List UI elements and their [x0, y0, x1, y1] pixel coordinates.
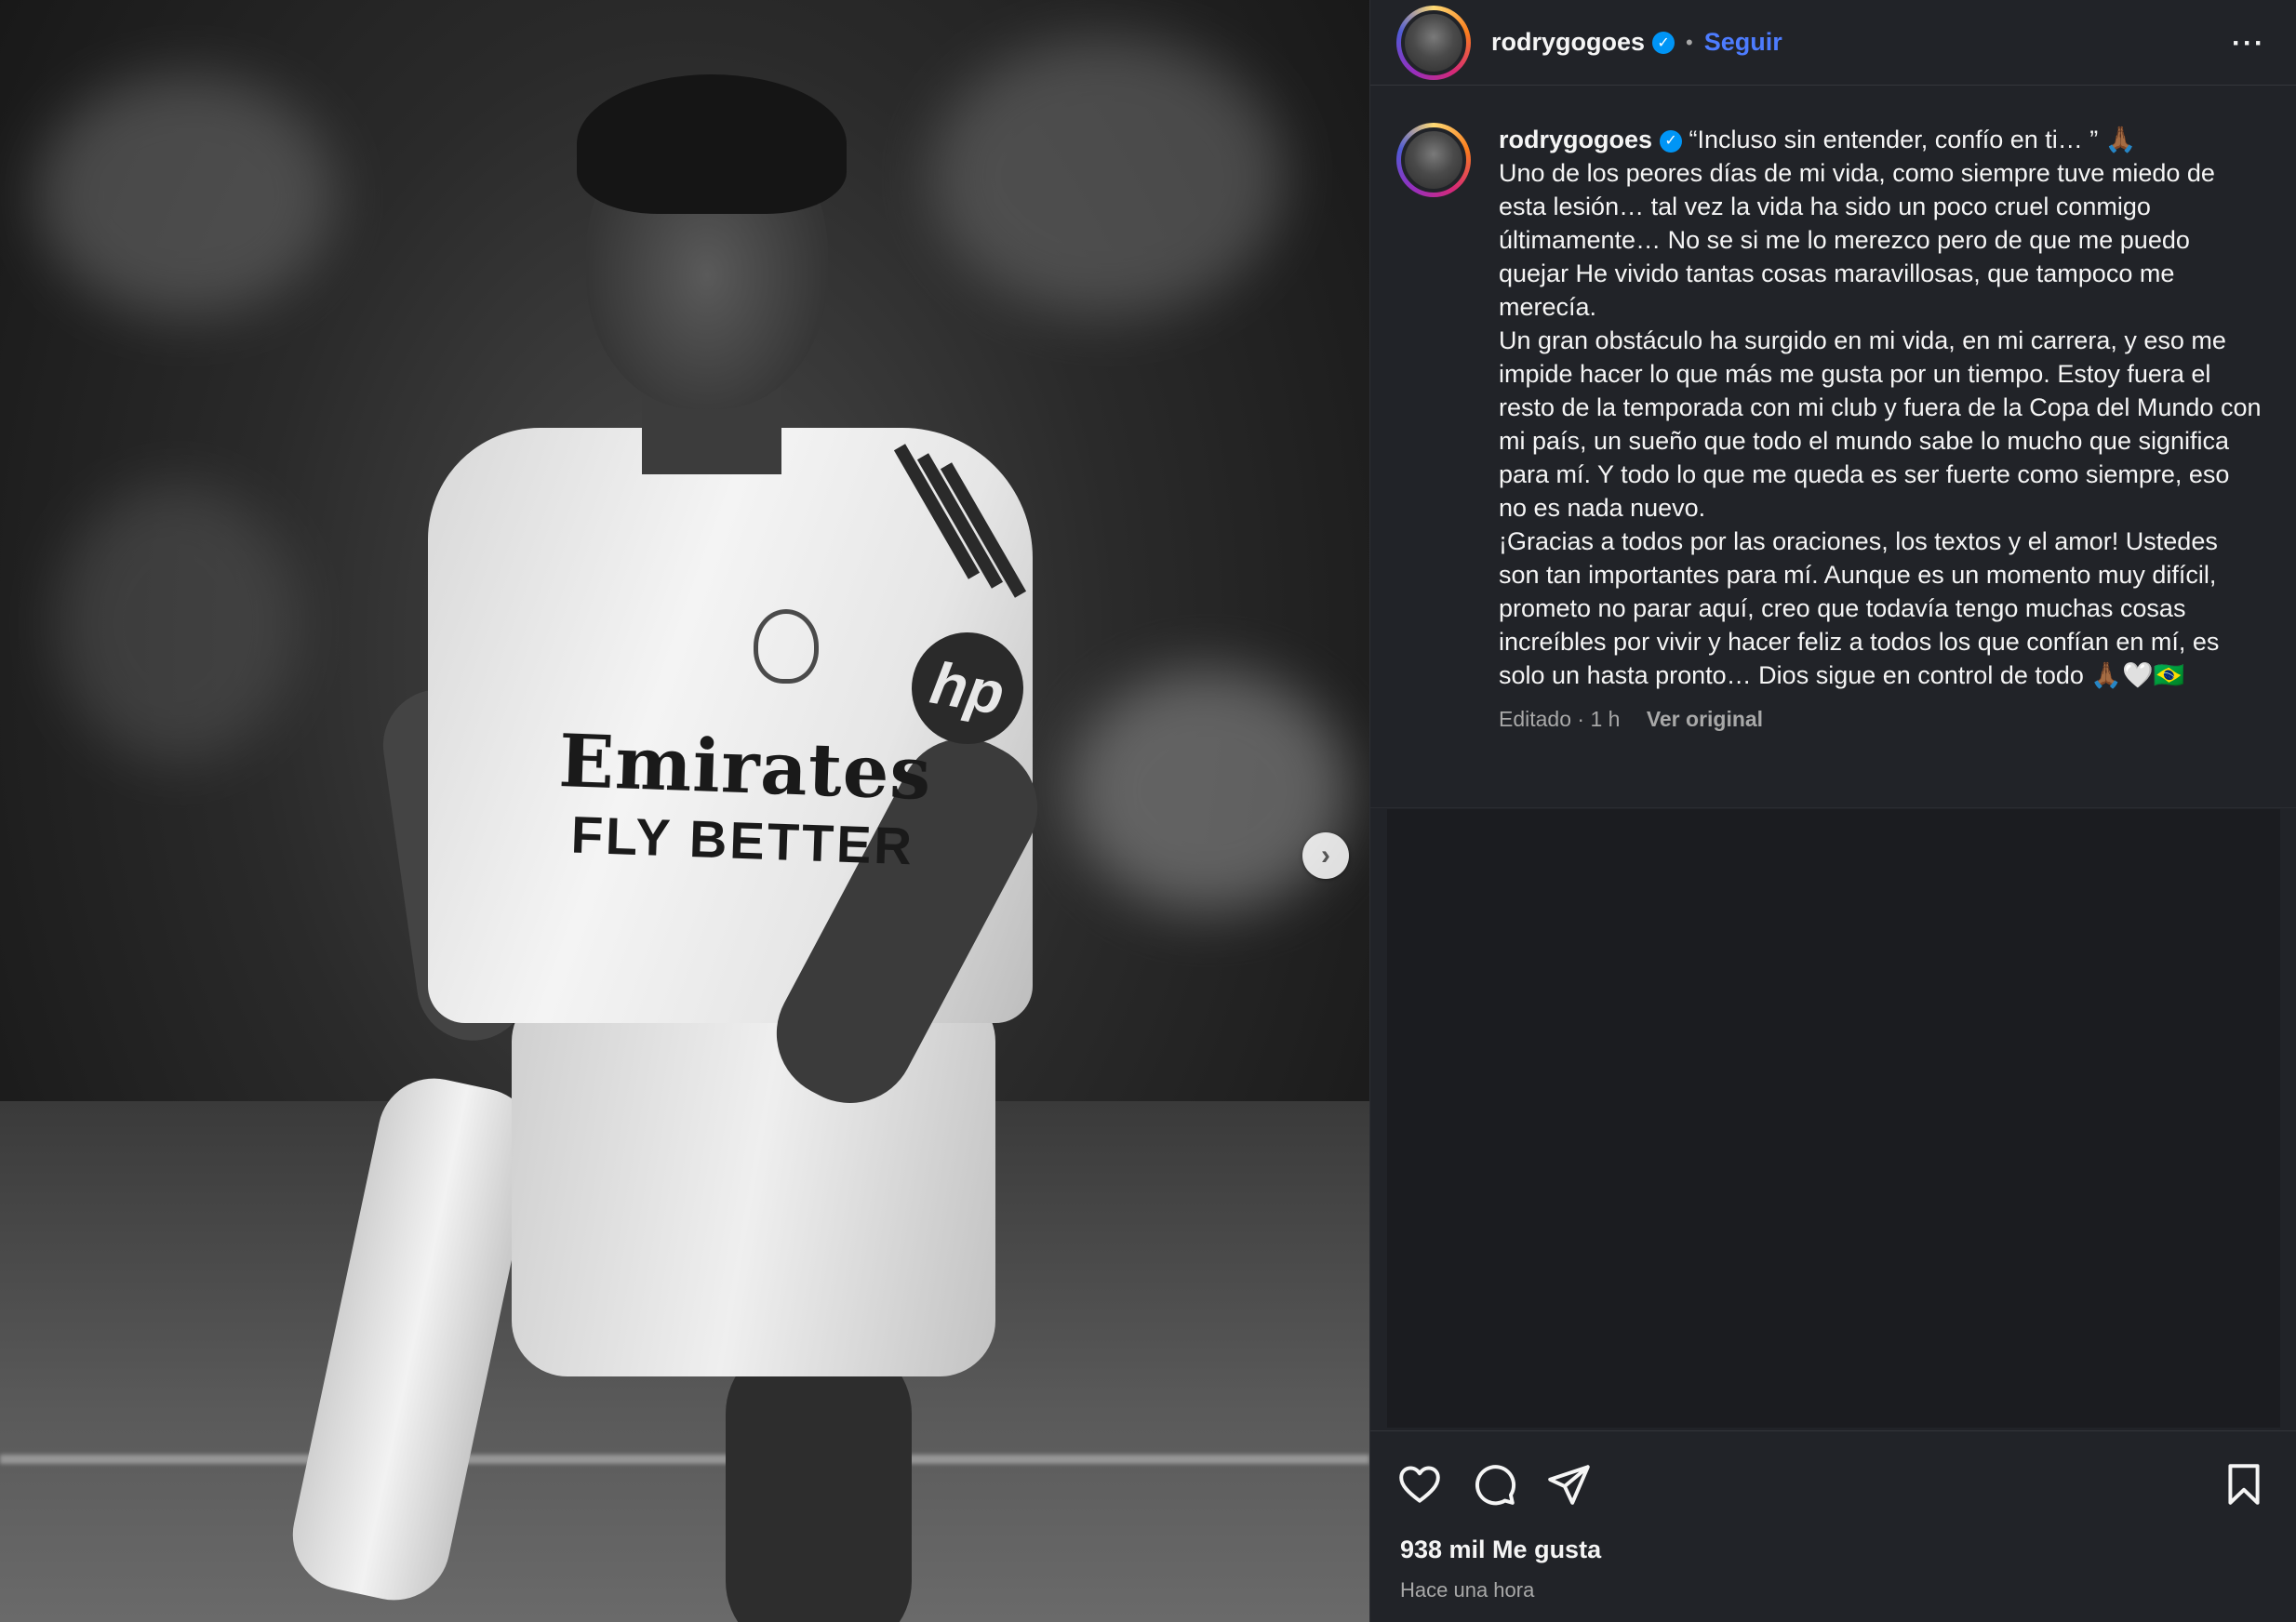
header-username[interactable]: rodrygogoes	[1491, 28, 1645, 57]
share-icon[interactable]	[1545, 1461, 1592, 1508]
next-slide-button[interactable]: ›	[1302, 832, 1349, 879]
comment-icon[interactable]	[1471, 1461, 1517, 1508]
edited-timestamp: Editado · 1 h	[1499, 707, 1621, 731]
sponsor-line1: Emirates	[557, 719, 934, 817]
avatar[interactable]	[1396, 5, 1471, 80]
caption: rodrygogoes ✓ “Incluso sin entender, conf…	[1396, 123, 2271, 732]
follow-button[interactable]: Seguir	[1704, 28, 1782, 57]
divider	[1370, 807, 2296, 808]
caption-body: rodrygogoes ✓ “Incluso sin entender, conf…	[1499, 123, 2262, 732]
player-figure: hp Emirates FLY BETTER	[279, 56, 1116, 1622]
verified-badge-icon: ✓	[1652, 31, 1675, 54]
post-timestamp[interactable]: Hace una hora	[1400, 1578, 1534, 1602]
avatar-image	[1401, 9, 1466, 75]
avatar-image	[1401, 127, 1466, 193]
bokeh-light	[56, 484, 298, 763]
bookmark-icon[interactable]	[2221, 1461, 2267, 1508]
caption-meta: Editado · 1 h Ver original	[1499, 707, 2262, 732]
club-crest-icon	[754, 609, 819, 684]
see-original-link[interactable]: Ver original	[1647, 707, 1763, 731]
verified-badge-icon: ✓	[1660, 129, 1683, 153]
caption-text-block: rodrygogoes ✓ “Incluso sin entender, conf…	[1499, 123, 2262, 692]
player-sock	[282, 1068, 546, 1611]
shirt-stripe	[916, 453, 1004, 589]
comments-list[interactable]	[1387, 809, 2280, 1428]
player-shorts	[512, 986, 995, 1376]
post-actions: 938 mil Me gusta Hace una hora	[1370, 1430, 2296, 1622]
caption-username[interactable]: rodrygogoes	[1499, 126, 1652, 153]
shirt-sponsor: Emirates FLY BETTER	[546, 719, 941, 878]
caption-text: “Incluso sin entender, confío en ti… ” 🙏…	[1499, 126, 2262, 689]
post-photo[interactable]: hp Emirates FLY BETTER ›	[0, 0, 1369, 1622]
caption-avatar[interactable]	[1396, 123, 1471, 197]
player-leg	[726, 1339, 912, 1622]
post-header: rodrygogoes ✓ • Seguir ···	[1370, 0, 2296, 86]
more-options-icon[interactable]: ···	[2232, 28, 2265, 60]
header-separator: •	[1686, 30, 1693, 54]
player-hair	[577, 74, 847, 214]
post-side-panel: rodrygogoes ✓ • Seguir ··· rodrygogoes ✓ …	[1369, 0, 2296, 1622]
likes-count[interactable]: 938 mil Me gusta	[1400, 1536, 1601, 1564]
heart-icon[interactable]	[1396, 1461, 1443, 1508]
instagram-post-view: hp Emirates FLY BETTER › rodrygogoes ✓ •…	[0, 0, 2296, 1622]
